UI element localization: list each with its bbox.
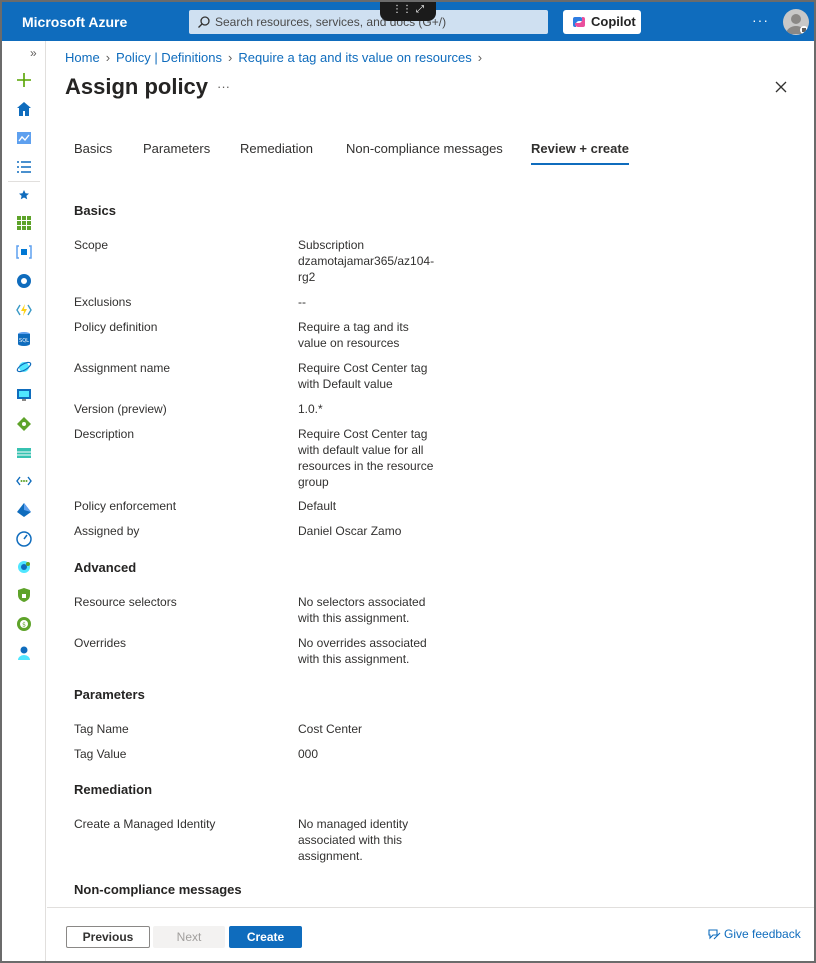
- version-value: 1.0.*: [298, 402, 323, 416]
- assigned-by-label: Assigned by: [74, 524, 140, 538]
- description-label: Description: [74, 427, 135, 441]
- tab-non-compliance-messages[interactable]: Non-compliance messages: [346, 141, 503, 156]
- policy-enforcement-value: Default: [298, 499, 337, 513]
- search-icon: [198, 16, 210, 28]
- storage-account-icon[interactable]: [16, 445, 32, 461]
- scope-value: Subscription dzamotajamar365/az104-rg2: [298, 238, 435, 284]
- breadcrumb-policy[interactable]: Require a tag and its value on resources: [238, 50, 471, 65]
- top-bar: Microsoft Azure Search resources, servic…: [2, 2, 814, 41]
- scope-label: Scope: [74, 238, 109, 252]
- portal-sidebar: » SQL $: [2, 41, 46, 961]
- section-basics-heading: Basics: [74, 203, 116, 218]
- home-icon[interactable]: [16, 101, 32, 117]
- more-options-icon[interactable]: ···: [217, 79, 230, 94]
- policy-definition-value: Require a tag and its value on resources: [298, 320, 409, 350]
- give-feedback-label: Give feedback: [724, 927, 801, 941]
- defender-shield-icon[interactable]: [16, 587, 32, 603]
- search-input[interactable]: Search resources, services, and docs (G+…: [189, 10, 548, 34]
- all-services-icon[interactable]: [16, 159, 32, 175]
- avatar[interactable]: [783, 9, 809, 35]
- resource-groups-icon[interactable]: [16, 244, 32, 260]
- create-resource-icon[interactable]: [16, 72, 32, 88]
- user-icon: [786, 14, 808, 34]
- overrides-label: Overrides: [74, 636, 127, 650]
- more-options-icon[interactable]: ···: [752, 12, 769, 28]
- expand-menu-icon[interactable]: »: [30, 46, 37, 60]
- copilot-label: Copilot: [591, 14, 636, 29]
- exclusions-label: Exclusions: [74, 295, 132, 309]
- section-remediation-heading: Remediation: [74, 782, 153, 797]
- managed-identity-value: No managed identity associated with this…: [298, 817, 409, 863]
- virtual-machine-icon[interactable]: [16, 387, 32, 403]
- cosmos-db-icon[interactable]: [16, 359, 32, 375]
- breadcrumb: Home › Policy | Definitions › Require a tag …: [65, 50, 488, 65]
- description-value: Require Cost Center tag with default val…: [298, 427, 434, 489]
- policy-enforcement-label: Policy enforcement: [74, 499, 177, 513]
- virtual-network-icon[interactable]: [16, 473, 32, 489]
- tag-name-label: Tag Name: [74, 722, 129, 736]
- chevron-right-icon: ›: [105, 50, 111, 65]
- copilot-icon: [573, 17, 585, 27]
- previous-button[interactable]: Previous: [66, 926, 150, 948]
- create-button[interactable]: Create: [229, 926, 302, 948]
- grid-dots-icon[interactable]: ⋮⋮: [392, 4, 412, 15]
- wizard-footer: Previous Next Create Give feedback: [47, 907, 814, 961]
- tag-value-value: 000: [298, 747, 319, 761]
- version-label: Version (preview): [74, 402, 167, 416]
- assignment-name-label: Assignment name: [74, 361, 171, 375]
- feedback-icon: [708, 929, 721, 940]
- overrides-value: No overrides associated with this assign…: [298, 636, 427, 666]
- section-non-compliance-heading: Non-compliance messages: [74, 882, 242, 897]
- tag-value-label: Tag Value: [74, 747, 127, 761]
- monitor-icon[interactable]: [16, 531, 32, 547]
- close-icon[interactable]: [773, 79, 789, 95]
- tab-parameters[interactable]: Parameters: [143, 141, 210, 156]
- give-feedback-link[interactable]: Give feedback: [707, 927, 801, 941]
- section-advanced-heading: Advanced: [74, 560, 137, 575]
- next-button[interactable]: Next: [153, 926, 225, 948]
- exclusions-value: --: [298, 295, 306, 309]
- section-parameters-heading: Parameters: [74, 687, 145, 702]
- managed-identity-label: Create a Managed Identity: [74, 817, 216, 831]
- function-app-icon[interactable]: [16, 302, 32, 318]
- resource-selectors-value: No selectors associated with this assign…: [298, 595, 426, 625]
- page-title: Assign policy: [65, 74, 209, 99]
- sidebar-divider: [8, 181, 40, 182]
- sql-database-icon[interactable]: SQL: [16, 331, 32, 347]
- help-support-icon[interactable]: [16, 645, 32, 661]
- load-balancer-icon[interactable]: [16, 416, 32, 432]
- assignment-name-value: Require Cost Center tag with Default val…: [298, 361, 428, 391]
- remote-session-toolbar[interactable]: ⋮⋮ ⤢: [380, 2, 436, 21]
- chevron-right-icon: ›: [477, 50, 483, 65]
- expand-icon[interactable]: ⤢: [416, 4, 424, 15]
- dashboard-icon[interactable]: [16, 130, 32, 146]
- tab-review-create[interactable]: Review + create: [531, 141, 629, 165]
- all-resources-icon[interactable]: [16, 215, 32, 231]
- resource-selectors-label: Resource selectors: [74, 595, 177, 609]
- copilot-button[interactable]: Copilot: [563, 10, 641, 34]
- azure-portal-window: Microsoft Azure Search resources, servic…: [0, 0, 816, 963]
- svg-text:SQL: SQL: [19, 338, 29, 344]
- app-services-icon[interactable]: [16, 273, 32, 289]
- policy-definition-label: Policy definition: [74, 320, 158, 334]
- tab-remediation[interactable]: Remediation: [240, 141, 313, 156]
- favorites-star-icon[interactable]: [16, 187, 32, 203]
- tag-name-value: Cost Center: [298, 722, 363, 736]
- brand-link[interactable]: Microsoft Azure: [22, 14, 127, 30]
- main-content: Home › Policy | Definitions › Require a tag …: [47, 41, 814, 907]
- svg-text:$: $: [22, 622, 26, 629]
- breadcrumb-policy-definitions[interactable]: Policy | Definitions: [116, 50, 222, 65]
- chevron-right-icon: ›: [228, 50, 233, 65]
- tab-basics[interactable]: Basics: [74, 141, 112, 156]
- breadcrumb-home[interactable]: Home: [65, 50, 100, 65]
- entra-id-icon[interactable]: [16, 502, 32, 518]
- cost-management-icon[interactable]: $: [16, 616, 32, 632]
- assigned-by-value: Daniel Oscar Zamo: [298, 524, 402, 538]
- advisor-icon[interactable]: [16, 559, 32, 575]
